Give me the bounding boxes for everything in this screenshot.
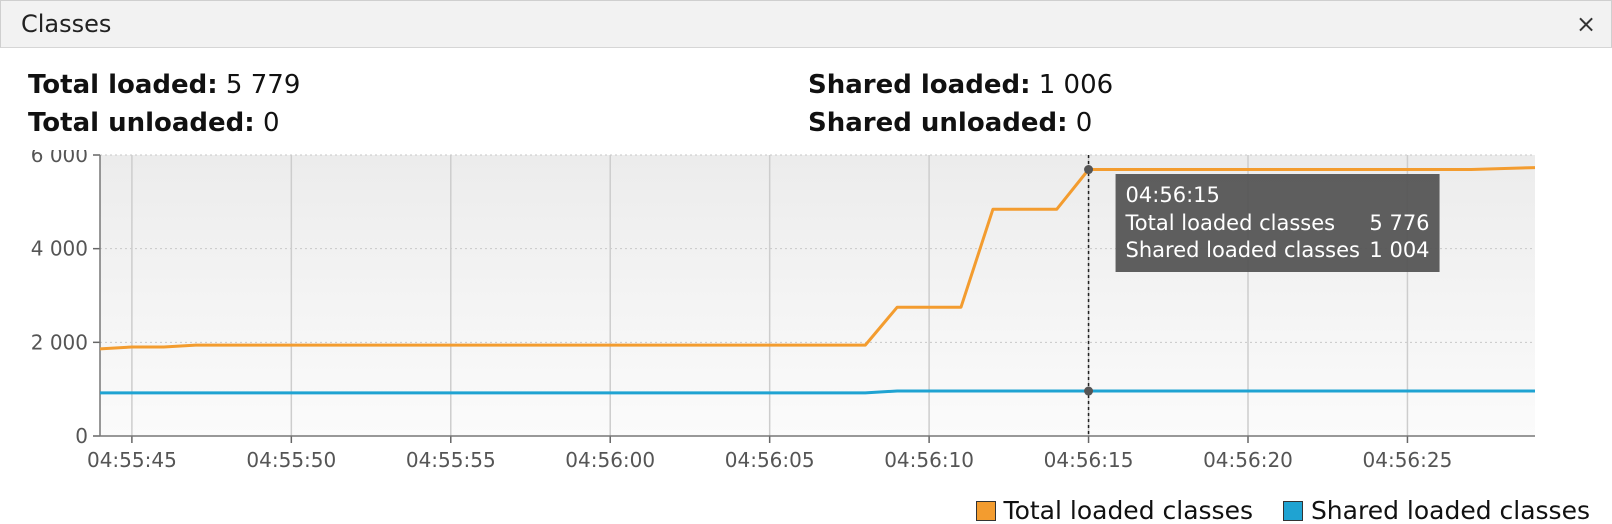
tooltip-row-label: Shared loaded classes <box>1126 238 1360 262</box>
total-unloaded-row: Total unloaded: 0 <box>28 104 300 142</box>
panel-title: Classes <box>21 10 112 38</box>
classes-chart[interactable]: 0 2 000 4 000 6 000 04:55:45 04:55:50 04:55:55… <box>0 150 1612 480</box>
total-loaded-row: Total loaded: 5 779 <box>28 66 300 104</box>
x-tick-label: 04:56:15 <box>1044 448 1134 472</box>
x-tick-label: 04:56:05 <box>725 448 815 472</box>
x-tick-label: 04:55:45 <box>87 448 177 472</box>
tooltip: 04:56:15 Total loaded classes 5 776 Shared … <box>1115 174 1440 272</box>
x-tick-label: 04:55:50 <box>246 448 336 472</box>
tooltip-row-value: 1 004 <box>1369 238 1429 262</box>
y-tick-label: 4 000 <box>31 237 88 261</box>
total-loaded-value: 5 779 <box>225 70 301 100</box>
legend-item-total[interactable]: Total loaded classes <box>975 496 1253 524</box>
x-tick-label: 04:56:00 <box>565 448 655 472</box>
cursor-marker-total <box>1084 165 1094 175</box>
x-tick-label: 04:56:25 <box>1363 448 1453 472</box>
shared-loaded-row: Shared loaded: 1 006 <box>808 66 1113 104</box>
total-unloaded-value: 0 <box>262 108 280 138</box>
legend-label-total: Total loaded classes <box>1003 496 1253 524</box>
cursor-marker-shared <box>1084 386 1094 396</box>
y-tick-label: 2 000 <box>31 330 88 354</box>
stats-right: Shared loaded: 1 006 Shared unloaded: 0 <box>808 66 1113 142</box>
x-tick-label: 04:55:55 <box>406 448 496 472</box>
shared-unloaded-value: 0 <box>1075 108 1093 138</box>
y-tick-label: 0 <box>75 424 88 448</box>
shared-loaded-label: Shared loaded: <box>808 70 1031 100</box>
tooltip-row-value: 5 776 <box>1369 211 1429 235</box>
x-tick-label: 04:56:20 <box>1203 448 1293 472</box>
shared-loaded-value: 1 006 <box>1038 70 1114 100</box>
panel-header: Classes × <box>0 0 1612 48</box>
y-tick-label: 6 000 <box>31 150 88 167</box>
legend: Total loaded classes Shared loaded class… <box>954 496 1590 524</box>
x-tick-label: 04:56:10 <box>884 448 974 472</box>
legend-label-shared: Shared loaded classes <box>1310 496 1590 524</box>
legend-item-shared[interactable]: Shared loaded classes <box>1282 496 1590 524</box>
legend-swatch-shared <box>1282 500 1303 521</box>
stats-left: Total loaded: 5 779 Total unloaded: 0 <box>28 66 300 142</box>
close-icon[interactable]: × <box>1571 9 1601 39</box>
shared-unloaded-row: Shared unloaded: 0 <box>808 104 1113 142</box>
tooltip-time: 04:56:15 <box>1126 183 1220 207</box>
tooltip-row-label: Total loaded classes <box>1125 211 1336 235</box>
legend-swatch-total <box>975 500 996 521</box>
shared-unloaded-label: Shared unloaded: <box>808 108 1068 138</box>
total-loaded-label: Total loaded: <box>28 70 218 100</box>
total-unloaded-label: Total unloaded: <box>28 108 255 138</box>
